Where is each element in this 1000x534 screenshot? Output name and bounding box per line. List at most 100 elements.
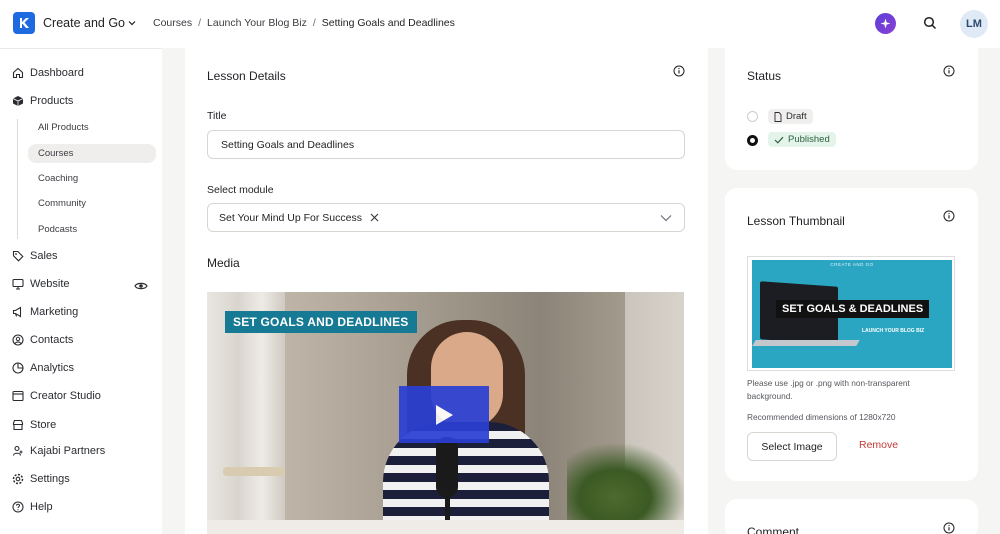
- sidebar-subitem-podcasts[interactable]: Podcasts: [28, 220, 156, 239]
- module-selected-value: Set Your Mind Up For Success: [219, 211, 362, 224]
- info-icon[interactable]: [943, 210, 955, 222]
- play-button[interactable]: [399, 386, 489, 443]
- sidebar-item-dashboard[interactable]: Dashboard: [12, 63, 84, 83]
- sidebar-item-store[interactable]: Store: [12, 415, 56, 435]
- info-icon[interactable]: [943, 522, 955, 534]
- info-icon[interactable]: [673, 65, 685, 77]
- lesson-thumbnail-heading: Lesson Thumbnail: [747, 214, 845, 228]
- remove-image-button[interactable]: Remove: [859, 439, 898, 451]
- status-card: Status Draft Published: [725, 48, 978, 170]
- sidebar-subitem-community[interactable]: Community: [28, 194, 156, 213]
- sidebar-item-website[interactable]: Website: [12, 274, 70, 294]
- megaphone-icon: [12, 306, 24, 318]
- video-frame-desk: [207, 520, 684, 534]
- subnav-divider: [17, 119, 18, 239]
- sidebar-item-contacts[interactable]: Contacts: [12, 330, 73, 350]
- status-heading: Status: [747, 69, 782, 83]
- video-overlay-title: SET GOALS AND DEADLINES: [225, 311, 417, 333]
- thumbnail-format-help: Please use .jpg or .png with non-transpa…: [747, 378, 910, 401]
- sidebar-item-help[interactable]: Help: [12, 497, 53, 517]
- comment-card: Comment: [725, 499, 978, 534]
- status-draft-badge[interactable]: Draft: [768, 109, 813, 124]
- sidebar-item-label: Dashboard: [30, 67, 84, 79]
- top-bar: Create and Go Courses / Launch Your Blog…: [0, 0, 1000, 48]
- search-button[interactable]: [921, 14, 939, 32]
- breadcrumb-separator: /: [312, 17, 316, 29]
- sidebar-item-products[interactable]: Products: [12, 91, 73, 111]
- sidebar-item-label: Products: [30, 95, 74, 107]
- search-icon: [923, 16, 937, 30]
- thumbnail-image: CREATE AND GO SET GOALS & DEADLINES LAUN…: [752, 260, 952, 368]
- analytics-icon: [12, 362, 24, 374]
- sidebar-item-label: Contacts: [30, 334, 74, 346]
- sidebar-item-label: Creator Studio: [30, 390, 101, 402]
- status-published-radio[interactable]: [747, 135, 758, 146]
- sidebar-item-creator-studio[interactable]: Creator Studio: [12, 386, 101, 406]
- thumbnail-preview[interactable]: CREATE AND GO SET GOALS & DEADLINES LAUN…: [747, 256, 955, 371]
- monitor-icon: [12, 278, 24, 290]
- video-player[interactable]: SET GOALS AND DEADLINES: [207, 292, 684, 534]
- sparkle-icon: [880, 18, 891, 29]
- media-label: Media: [207, 256, 240, 270]
- sidebar-item-label: Help: [30, 501, 53, 513]
- sidebar-item-label: Sales: [30, 250, 58, 262]
- lesson-thumbnail-card: Lesson Thumbnail CREATE AND GO SET GOALS…: [725, 188, 978, 481]
- clear-module-icon[interactable]: [370, 211, 379, 225]
- app-logo[interactable]: [13, 12, 35, 34]
- ai-assistant-button[interactable]: [875, 13, 896, 34]
- partners-icon: [12, 445, 24, 457]
- breadcrumb: Courses / Launch Your Blog Biz / Setting…: [153, 17, 455, 29]
- thumbnail-brand-text: CREATE AND GO: [830, 262, 874, 267]
- sidebar-item-label: Analytics: [30, 362, 75, 374]
- sidebar-item-kajabi-partners[interactable]: Kajabi Partners: [12, 441, 105, 461]
- user-avatar[interactable]: LM: [960, 10, 988, 38]
- sidebar-item-marketing[interactable]: Marketing: [12, 302, 78, 322]
- breadcrumb-current: Setting Goals and Deadlines: [321, 17, 455, 29]
- sidebar-item-sales[interactable]: Sales: [12, 246, 58, 266]
- breadcrumb-separator: /: [198, 17, 202, 29]
- chevron-down-icon: [128, 21, 136, 26]
- sidebar-item-label: Kajabi Partners: [30, 445, 106, 457]
- logo-icon: [20, 18, 29, 28]
- sidebar-item-analytics[interactable]: Analytics: [12, 358, 74, 378]
- lesson-details-heading: Lesson Details: [207, 69, 286, 83]
- status-published-label: Published: [788, 134, 830, 145]
- box-icon: [12, 95, 24, 107]
- site-switcher[interactable]: Create and Go: [43, 16, 136, 30]
- status-published-badge[interactable]: Published: [768, 132, 836, 147]
- thumbnail-subtitle-text: LAUNCH YOUR BLOG BIZ: [862, 328, 925, 334]
- title-input[interactable]: Setting Goals and Deadlines: [207, 130, 685, 159]
- view-website-eye-icon[interactable]: [134, 278, 148, 296]
- status-draft-label: Draft: [786, 111, 807, 122]
- comment-heading: Comment: [747, 525, 800, 534]
- status-draft-radio[interactable]: [747, 111, 758, 122]
- video-frame-tieback: [223, 467, 285, 476]
- help-icon: [12, 501, 24, 513]
- select-image-button[interactable]: Select Image: [747, 432, 837, 461]
- breadcrumb-courses[interactable]: Courses: [153, 17, 192, 29]
- studio-icon: [12, 390, 24, 402]
- breadcrumb-course[interactable]: Launch Your Blog Biz: [207, 17, 307, 29]
- sidebar-item-label: Marketing: [30, 306, 79, 318]
- document-icon: [774, 111, 782, 122]
- thumbnail-title-text: SET GOALS & DEADLINES: [776, 300, 930, 318]
- title-label: Title: [207, 110, 227, 122]
- sidebar-subitem-courses[interactable]: Courses: [28, 144, 156, 163]
- info-icon[interactable]: [943, 65, 955, 77]
- chevron-down-icon: [660, 215, 672, 222]
- contacts-icon: [12, 334, 24, 346]
- brand-name: Create and Go: [43, 16, 125, 30]
- store-icon: [12, 419, 24, 431]
- sidebar-subitem-all-products[interactable]: All Products: [28, 118, 156, 137]
- gear-icon: [12, 473, 24, 485]
- thumbnail-laptop-base: [752, 340, 860, 346]
- sidebar-item-label: Settings: [30, 473, 70, 485]
- sidebar-item-label: Website: [30, 278, 70, 290]
- sidebar-item-settings[interactable]: Settings: [12, 469, 70, 489]
- thumbnail-dimensions-help: Recommended dimensions of 1280x720: [747, 412, 896, 422]
- sidebar: Dashboard Products All Products Courses …: [0, 48, 162, 534]
- sidebar-subitem-coaching[interactable]: Coaching: [28, 169, 156, 188]
- tag-icon: [12, 250, 24, 262]
- module-select[interactable]: Set Your Mind Up For Success: [207, 203, 685, 232]
- module-label: Select module: [207, 184, 274, 196]
